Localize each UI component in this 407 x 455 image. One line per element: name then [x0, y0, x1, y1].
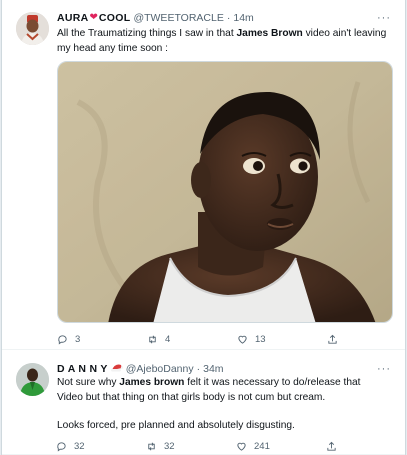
avatar[interactable]	[16, 12, 49, 45]
tweet-header: AURA ❤ COOL @TWEETORACLE · 14m ···	[57, 10, 391, 26]
retweet-button[interactable]: 4	[147, 331, 237, 347]
reply-button[interactable]: 32	[56, 438, 146, 454]
like-count: 13	[255, 333, 266, 345]
heart-icon	[237, 442, 246, 451]
share-icon	[327, 441, 336, 451]
share-icon	[328, 334, 337, 344]
retweet-count: 4	[165, 333, 171, 345]
heart-emoji-icon: ❤	[89, 12, 98, 23]
separator-dot: ·	[196, 363, 201, 375]
like-button[interactable]: 13	[237, 331, 327, 347]
retweet-icon	[149, 335, 156, 343]
retweet-icon	[148, 442, 155, 450]
display-name[interactable]: D A N N Y	[57, 361, 108, 377]
heart-icon	[238, 335, 247, 344]
retweet-button[interactable]: 32	[146, 438, 236, 454]
tweet-image[interactable]	[57, 61, 393, 323]
timestamp[interactable]: 14m	[233, 10, 253, 26]
avatar[interactable]	[16, 363, 49, 396]
more-icon[interactable]: ···	[377, 10, 391, 26]
handle[interactable]: @TWEETORACLE	[133, 10, 223, 26]
more-icon[interactable]: ···	[377, 361, 391, 377]
like-button[interactable]: 241	[236, 438, 326, 454]
separator-dot: ·	[226, 12, 231, 24]
text-line-2: Looks forced, pre planned and absolutely…	[57, 420, 295, 431]
handle[interactable]: @AjeboDanny	[126, 361, 194, 377]
tweet-actions: 3 4 13	[57, 331, 357, 347]
text-part: Not sure why	[57, 377, 120, 388]
tweet-text: Not sure why James brown felt it was nec…	[57, 376, 389, 434]
display-name-suffix[interactable]: COOL	[99, 10, 131, 26]
santa-hat-emoji-icon	[110, 361, 123, 377]
reply-icon	[58, 334, 67, 345]
retweet-count: 32	[164, 440, 175, 452]
like-count: 241	[254, 440, 270, 452]
tweet-actions: 32 32 241	[56, 438, 356, 454]
tweet-text: All the Traumatizing things I saw in tha…	[57, 27, 389, 56]
reply-count: 3	[75, 333, 81, 345]
share-button[interactable]	[327, 331, 347, 347]
tweet-header: D A N N Y @AjeboDanny · 34m ···	[57, 361, 391, 377]
tweet-1[interactable]: AURA ❤ COOL @TWEETORACLE · 14m ··· All t…	[2, 0, 405, 350]
text-bold[interactable]: James Brown	[237, 28, 303, 39]
text-bold[interactable]: James brown	[119, 377, 184, 388]
reply-count: 32	[74, 440, 85, 452]
reply-button[interactable]: 3	[57, 331, 147, 347]
text-part: All the Traumatizing things I saw in tha…	[57, 28, 237, 39]
timestamp[interactable]: 34m	[203, 361, 223, 377]
timeline: AURA ❤ COOL @TWEETORACLE · 14m ··· All t…	[1, 0, 406, 455]
reply-icon	[57, 441, 66, 452]
tweet-2[interactable]: D A N N Y @AjeboDanny · 34m ··· Not sure…	[2, 351, 405, 455]
display-name[interactable]: AURA	[57, 10, 89, 26]
share-button[interactable]	[326, 438, 346, 454]
